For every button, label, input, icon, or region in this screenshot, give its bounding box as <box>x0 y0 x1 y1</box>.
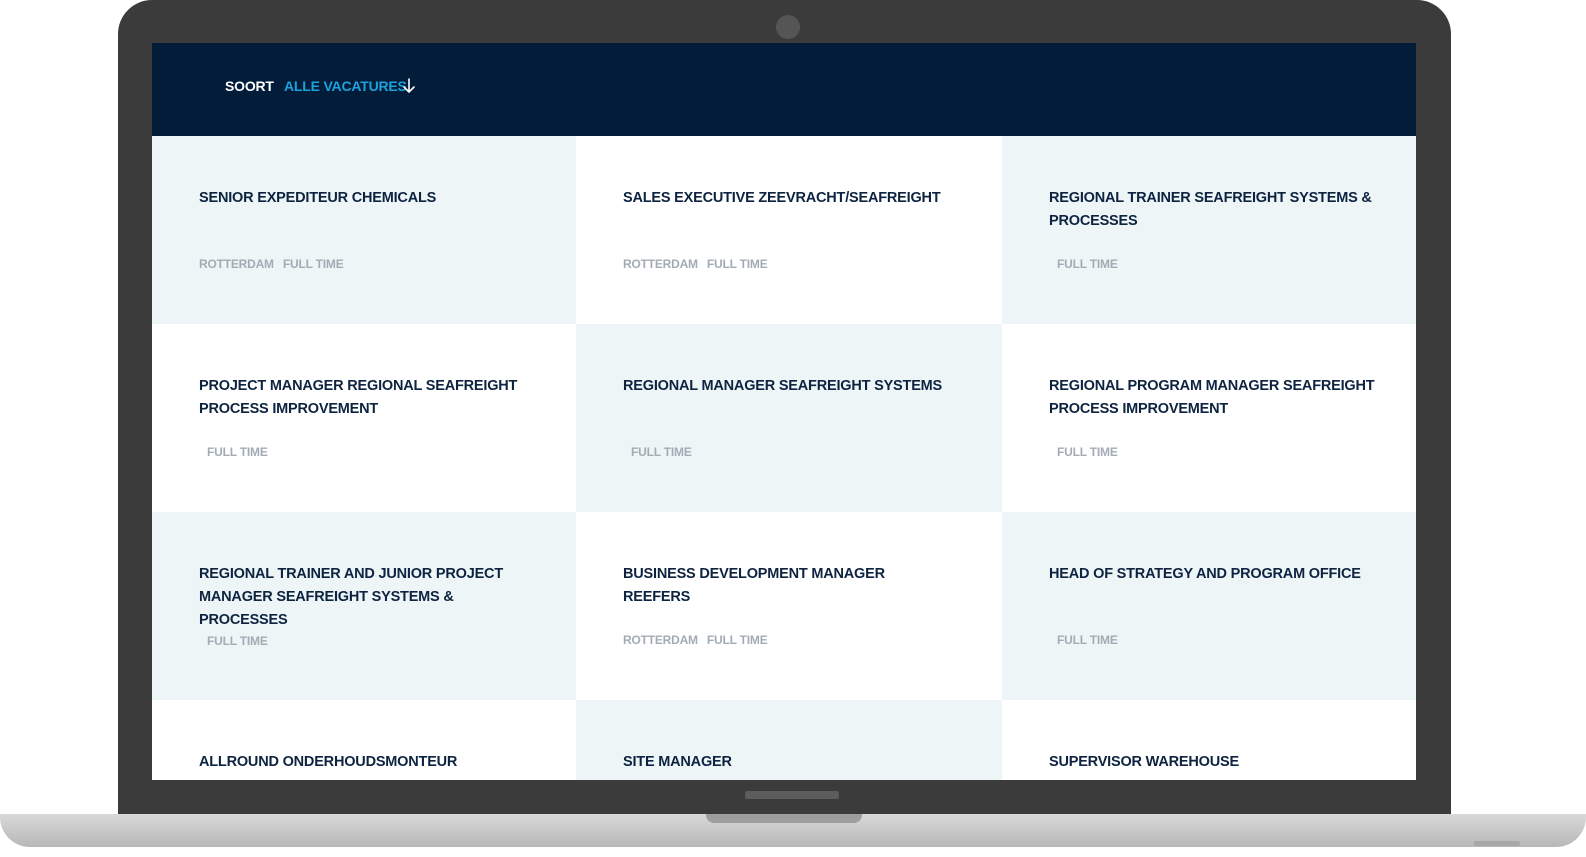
job-title: SENIOR EXPEDITEUR CHEMICALS <box>199 190 437 206</box>
job-type: FULL TIME <box>1057 633 1118 647</box>
job-meta: FULL TIME <box>1057 445 1118 459</box>
job-card[interactable]: REGIONAL TRAINER AND JUNIOR PROJECT MANA… <box>152 512 576 700</box>
laptop-base-notch <box>706 814 862 823</box>
job-title: REGIONAL TRAINER SEAFREIGHT SYSTEMS & PR… <box>1049 190 1372 229</box>
job-title: SITE MANAGER <box>623 754 732 770</box>
job-title: SALES EXECUTIVE ZEEVRACHT/SEAFREIGHT <box>623 190 941 206</box>
job-title: REGIONAL MANAGER SEAFREIGHT SYSTEMS <box>623 378 943 394</box>
job-card[interactable]: REGIONAL TRAINER SEAFREIGHT SYSTEMS & PR… <box>1002 136 1416 324</box>
job-card[interactable]: SITE MANAGER <box>576 700 1002 780</box>
job-type: FULL TIME <box>282 257 344 271</box>
job-meta: FULL TIME <box>207 445 268 459</box>
job-title: SUPERVISOR WAREHOUSE <box>1049 754 1239 770</box>
job-card[interactable]: BUSINESS DEVELOPMENT MANAGER REEFERS ROT… <box>576 512 1002 700</box>
job-meta: ROTTERDAM FULL TIME <box>623 257 768 271</box>
job-location: ROTTERDAM <box>199 257 274 271</box>
job-type: FULL TIME <box>631 445 692 459</box>
sort-label: SOORT <box>225 78 274 94</box>
job-title: REGIONAL TRAINER AND JUNIOR PROJECT MANA… <box>199 566 503 628</box>
job-meta: ROTTERDAM FULL TIME <box>199 257 344 271</box>
job-card[interactable]: REGIONAL PROGRAM MANAGER SEAFREIGHT PROC… <box>1002 324 1416 512</box>
job-card[interactable]: SALES EXECUTIVE ZEEVRACHT/SEAFREIGHT ROT… <box>576 136 1002 324</box>
camera-icon <box>776 15 800 39</box>
job-card[interactable]: HEAD OF STRATEGY AND PROGRAM OFFICE FULL… <box>1002 512 1416 700</box>
job-meta: FULL TIME <box>1057 257 1118 271</box>
laptop-bezel-notch <box>745 791 839 799</box>
job-type: FULL TIME <box>706 257 768 271</box>
arrow-down-icon[interactable] <box>402 77 416 95</box>
job-grid: SENIOR EXPEDITEUR CHEMICALS ROTTERDAM FUL… <box>152 136 1416 780</box>
sort-dropdown[interactable]: ALLE VACATURES <box>284 78 407 94</box>
screen: SOORT ALLE VACATURES SENIOR EXPEDITEUR C… <box>152 43 1416 780</box>
job-type: FULL TIME <box>1057 445 1118 459</box>
job-card[interactable]: ALLROUND ONDERHOUDSMONTEUR <box>152 700 576 780</box>
job-title: PROJECT MANAGER REGIONAL SEAFREIGHT PROC… <box>199 378 518 417</box>
job-card[interactable]: REGIONAL MANAGER SEAFREIGHT SYSTEMS FULL… <box>576 324 1002 512</box>
laptop-foot <box>1474 841 1520 846</box>
job-type: FULL TIME <box>706 633 768 647</box>
job-title: BUSINESS DEVELOPMENT MANAGER REEFERS <box>623 566 885 605</box>
job-card[interactable]: SUPERVISOR WAREHOUSE <box>1002 700 1416 780</box>
job-title: ALLROUND ONDERHOUDSMONTEUR <box>199 754 458 770</box>
job-type: FULL TIME <box>207 445 268 459</box>
job-meta: FULL TIME <box>1057 633 1118 647</box>
job-title: HEAD OF STRATEGY AND PROGRAM OFFICE <box>1049 566 1361 582</box>
job-meta: ROTTERDAM FULL TIME <box>623 633 768 647</box>
job-location: ROTTERDAM <box>623 257 698 271</box>
job-card[interactable]: PROJECT MANAGER REGIONAL SEAFREIGHT PROC… <box>152 324 576 512</box>
job-type: FULL TIME <box>1057 257 1118 271</box>
job-type: FULL TIME <box>207 634 268 648</box>
job-meta: FULL TIME <box>631 445 692 459</box>
job-meta: FULL TIME <box>207 634 268 648</box>
job-title: REGIONAL PROGRAM MANAGER SEAFREIGHT PROC… <box>1049 378 1375 417</box>
filter-bar: SOORT ALLE VACATURES <box>152 43 1416 136</box>
job-card[interactable]: SENIOR EXPEDITEUR CHEMICALS ROTTERDAM FUL… <box>152 136 576 324</box>
job-location: ROTTERDAM <box>623 633 698 647</box>
